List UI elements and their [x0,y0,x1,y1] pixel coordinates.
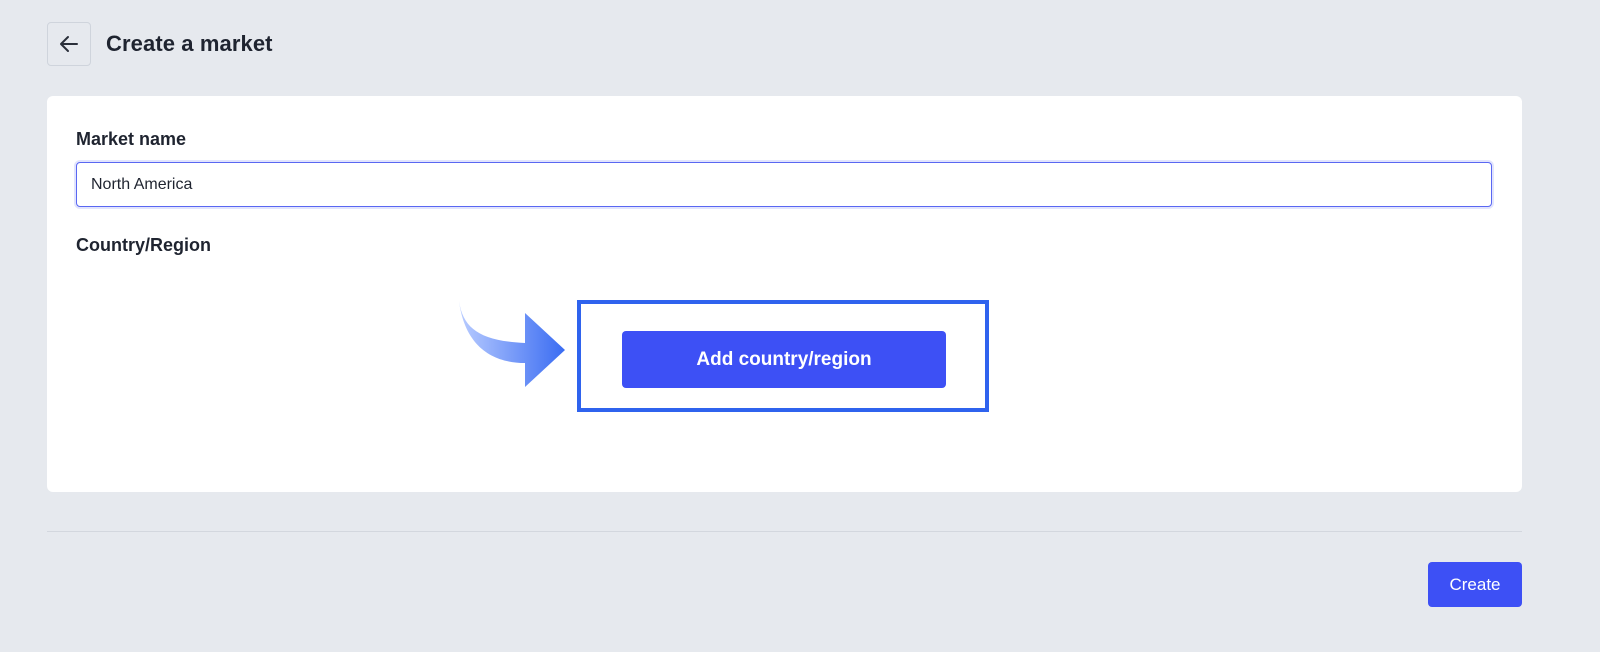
page-title: Create a market [106,31,273,56]
market-name-input[interactable] [76,162,1492,207]
market-name-label: Market name [76,129,187,149]
country-region-label: Country/Region [76,235,211,255]
create-button[interactable]: Create [1428,562,1522,607]
arrow-left-icon [60,36,78,52]
divider [47,531,1522,532]
page-header: Create a market [47,22,273,66]
market-form-card: Market name Country/Region Add country/r… [47,96,1522,492]
add-country-region-button[interactable]: Add country/region [622,331,946,388]
back-button[interactable] [47,22,91,66]
curved-arrow-right-icon [459,301,565,387]
